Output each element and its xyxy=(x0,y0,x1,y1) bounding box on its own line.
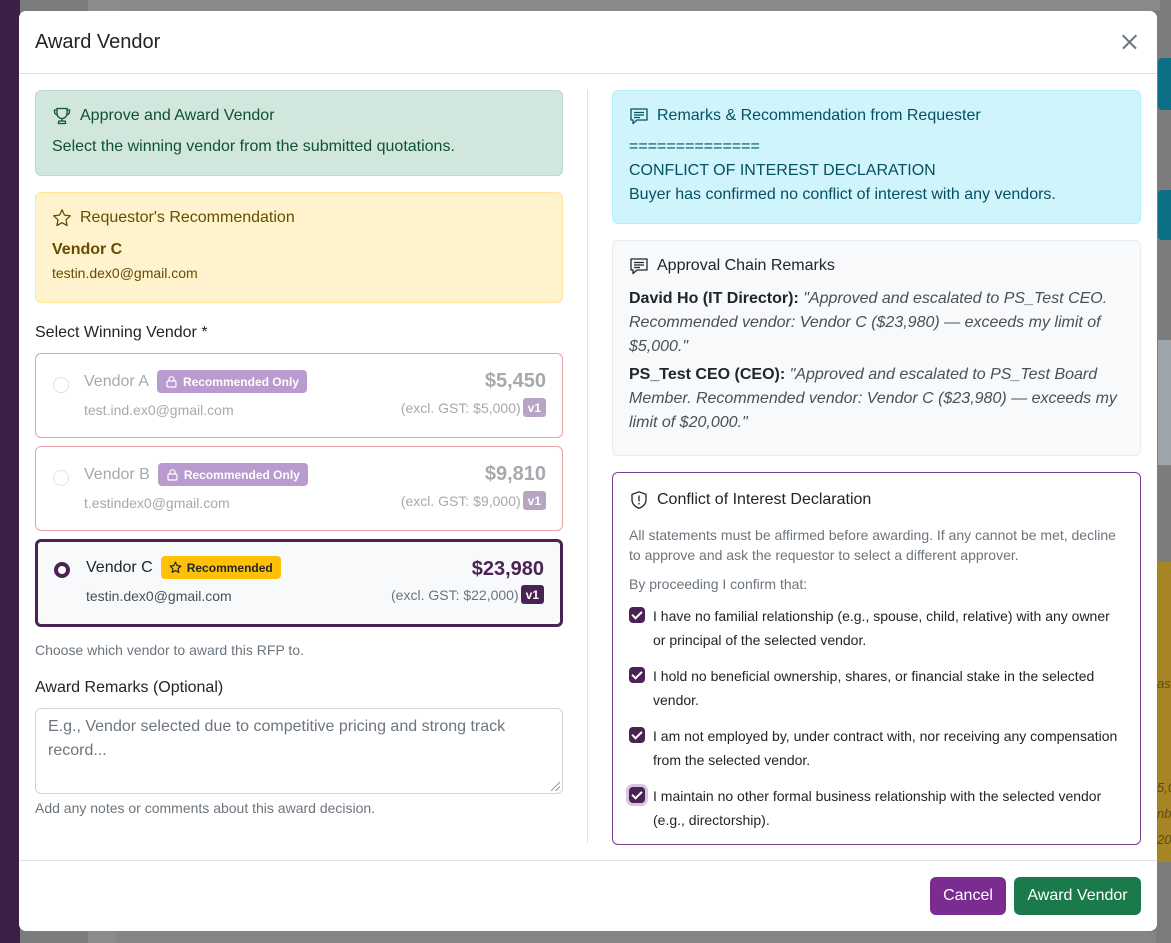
vendor-c-radio[interactable] xyxy=(54,562,70,578)
requester-remarks-separator: ============== xyxy=(629,138,760,155)
approval-chain-remarks: Approval Chain Remarks David Ho (IT Dire… xyxy=(612,240,1141,456)
vendor-select-label: Select Winning Vendor * xyxy=(35,324,208,341)
vendor-name: Vendor A xyxy=(84,372,149,390)
modal-footer: Cancel Award Vendor xyxy=(19,860,1157,931)
vendor-excl-gst: (excl. GST: $22,000) xyxy=(391,586,519,603)
star-icon xyxy=(169,561,182,574)
coi-statement: I have no familial relationship (e.g., s… xyxy=(653,608,1110,648)
background-text: as xyxy=(1157,676,1171,691)
background-panel xyxy=(1158,340,1171,465)
vendor-email: t.estindex0@gmail.com xyxy=(84,495,230,511)
coi-checkbox-item[interactable]: I am not employed by, under contract wit… xyxy=(629,724,1124,772)
background-text: 20, xyxy=(1157,832,1171,847)
conflict-of-interest-box: Conflict of Interest Declaration All sta… xyxy=(612,472,1141,845)
vendor-option-b: Vendor B Recommended Only t.estindex0@gm… xyxy=(35,446,563,531)
requestor-recommendation: Requestor's Recommendation Vendor C test… xyxy=(35,192,563,303)
vendor-price: $5,450 xyxy=(484,370,546,392)
chat-icon xyxy=(629,106,649,126)
award-remarks-placeholder: E.g., Vendor selected due to competitive… xyxy=(48,718,506,759)
approval-entry: David Ho (IT Director): "Approved and es… xyxy=(629,287,1124,359)
background-button xyxy=(1158,58,1171,110)
recommendation-heading: Requestor's Recommendation xyxy=(80,209,295,226)
column-divider xyxy=(587,90,588,843)
modal-header: Award Vendor xyxy=(19,11,1157,74)
recommended-vendor-email: testin.dex0@gmail.com xyxy=(52,265,198,281)
approve-alert: Approve and Award Vendor Select the winn… xyxy=(35,90,563,176)
coi-subheading: By proceeding I confirm that: xyxy=(629,576,808,592)
coi-checkbox-item[interactable]: I have no familial relationship (e.g., s… xyxy=(629,604,1124,652)
lock-icon xyxy=(166,468,179,481)
award-vendor-button[interactable]: Award Vendor xyxy=(1014,877,1141,915)
approve-alert-text: Select the winning vendor from the submi… xyxy=(52,138,455,155)
vendor-a-radio xyxy=(53,377,69,393)
award-vendor-modal: Award Vendor Approve and Award Vendor Se… xyxy=(19,11,1157,931)
coi-description: All statements must be affirmed before a… xyxy=(629,527,1116,563)
background-table-row xyxy=(116,930,1156,943)
vendor-email: test.ind.ex0@gmail.com xyxy=(84,402,234,418)
modal-title: Award Vendor xyxy=(35,30,161,53)
requester-remarks-line1: CONFLICT OF INTEREST DECLARATION xyxy=(629,162,936,179)
vendor-name: Vendor B xyxy=(84,465,150,483)
coi-heading: Conflict of Interest Declaration xyxy=(657,491,872,508)
checkbox-checked[interactable] xyxy=(629,667,645,683)
background-text: nb xyxy=(1157,806,1171,821)
vendor-price: $9,810 xyxy=(484,463,546,485)
recommended-only-badge: Recommended Only xyxy=(157,463,308,486)
coi-checkbox-item[interactable]: I hold no beneficial ownership, shares, … xyxy=(629,664,1124,712)
vendor-excl-gst: (excl. GST: $9,000) xyxy=(400,492,521,509)
recommended-only-badge: Recommended Only xyxy=(156,370,307,393)
vendor-option-a: Vendor A Recommended Only test.ind.ex0@g… xyxy=(35,353,563,438)
vendor-name: Vendor C xyxy=(86,558,153,576)
shield-exclamation-icon xyxy=(629,490,649,510)
requester-remarks: Remarks & Recommendation from Requester … xyxy=(612,90,1141,224)
approval-chain-heading: Approval Chain Remarks xyxy=(657,257,835,274)
resize-handle[interactable] xyxy=(551,782,560,791)
lock-icon xyxy=(165,375,178,388)
approver-name: PS_Test CEO (CEO): xyxy=(629,366,786,383)
cancel-button[interactable]: Cancel xyxy=(930,877,1006,915)
vendor-b-radio xyxy=(53,470,69,486)
checkbox-checked[interactable] xyxy=(629,607,645,623)
requester-remarks-line2: Buyer has confirmed no conflict of inter… xyxy=(629,186,1056,203)
coi-statement: I maintain no other formal business rela… xyxy=(653,788,1102,828)
trophy-icon xyxy=(52,106,72,126)
vendor-email: testin.dex0@gmail.com xyxy=(86,588,232,604)
requester-remarks-heading: Remarks & Recommendation from Requester xyxy=(657,107,981,124)
award-remarks-help: Add any notes or comments about this awa… xyxy=(35,800,376,816)
star-icon xyxy=(52,208,72,228)
version-badge: v1 xyxy=(522,491,546,510)
award-remarks-label: Award Remarks (Optional) xyxy=(35,679,224,696)
approver-name: David Ho (IT Director): xyxy=(629,290,799,307)
vendor-select-help: Choose which vendor to award this RFP to… xyxy=(35,642,304,658)
left-column: Approve and Award Vendor Select the winn… xyxy=(35,90,563,818)
right-column: Remarks & Recommendation from Requester … xyxy=(612,90,1141,845)
version-badge: v1 xyxy=(522,398,546,417)
coi-statement: I am not employed by, under contract wit… xyxy=(653,728,1118,768)
background-sidebar xyxy=(0,0,20,943)
recommended-badge: Recommended xyxy=(160,556,281,579)
chat-icon xyxy=(629,256,649,276)
version-badge: v1 xyxy=(520,585,544,604)
background-button xyxy=(1158,190,1171,240)
vendor-option-c[interactable]: Vendor C Recommended testin.dex0@gmail.c… xyxy=(35,539,563,627)
checkbox-checked[interactable] xyxy=(629,787,645,803)
close-icon[interactable] xyxy=(1117,30,1141,54)
coi-statement: I hold no beneficial ownership, shares, … xyxy=(653,668,1095,708)
approve-alert-heading: Approve and Award Vendor xyxy=(80,107,275,124)
modal-body: Approve and Award Vendor Select the winn… xyxy=(19,74,1157,860)
coi-checkbox-item[interactable]: I maintain no other formal business rela… xyxy=(629,784,1124,832)
vendor-price: $23,980 xyxy=(471,558,544,580)
recommended-vendor-name: Vendor C xyxy=(52,241,123,258)
award-remarks-input[interactable]: E.g., Vendor selected due to competitive… xyxy=(35,708,563,794)
checkbox-checked[interactable] xyxy=(629,727,645,743)
approval-entry: PS_Test CEO (CEO): "Approved and escalat… xyxy=(629,363,1124,435)
vendor-excl-gst: (excl. GST: $5,000) xyxy=(400,399,521,416)
background-text: 5,0 xyxy=(1157,780,1171,795)
